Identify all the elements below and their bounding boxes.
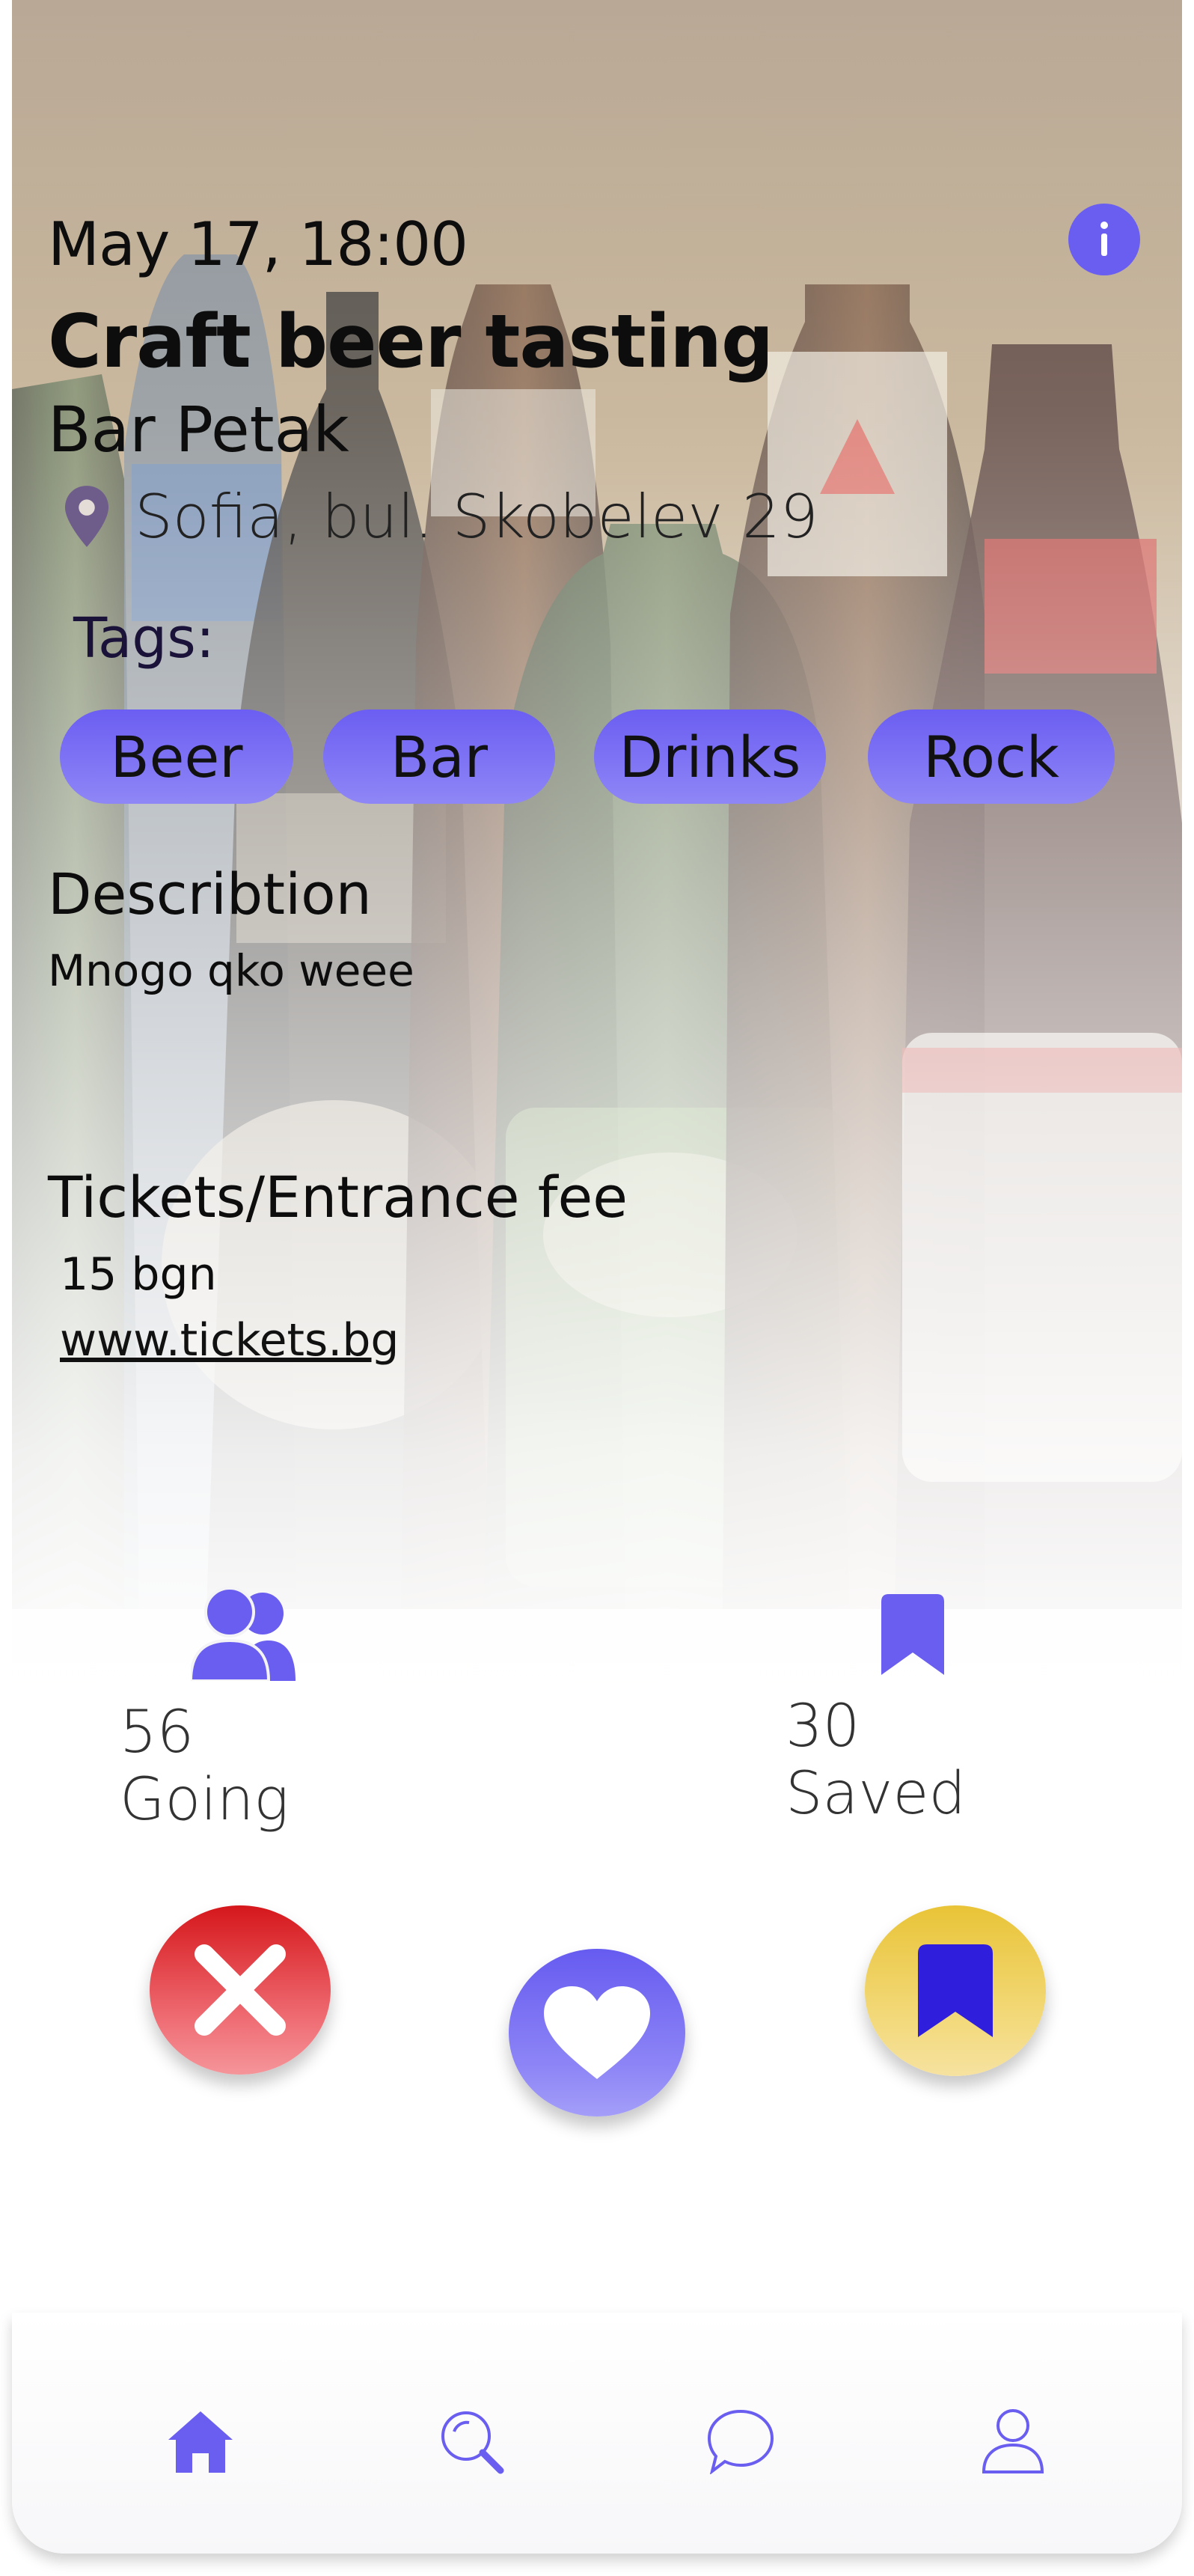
event-title: Craft beer tasting [48, 299, 774, 385]
chat-icon [707, 2409, 774, 2474]
tickets-link[interactable]: www.tickets.bg [60, 1314, 399, 1367]
tag-drinks[interactable]: Drinks [594, 709, 826, 804]
heart-icon [544, 1986, 650, 2079]
tag-rock[interactable]: Rock [868, 709, 1115, 804]
bookmark-icon [881, 1594, 944, 1675]
tags-label: Tags: [73, 606, 215, 671]
event-venue: Bar Petak [48, 393, 349, 466]
tag-beer[interactable]: Beer [60, 709, 293, 804]
profile-icon [982, 2409, 1044, 2473]
info-button[interactable] [1068, 204, 1140, 275]
close-icon [195, 1944, 286, 2036]
nav-search[interactable] [426, 2396, 516, 2486]
event-card [12, 0, 1182, 1865]
nav-chat[interactable] [696, 2396, 786, 2486]
photo-fade-overlay [12, 0, 1182, 1865]
description-text: Mnogo qko weee [48, 945, 414, 996]
description-heading: Describtion [48, 861, 372, 927]
tag-bar[interactable]: Bar [323, 709, 555, 804]
users-icon [191, 1587, 296, 1681]
bookmark-icon [918, 1944, 993, 2037]
saved-count: 30 Saved [786, 1693, 966, 1828]
save-button[interactable] [865, 1905, 1046, 2076]
home-icon [168, 2411, 233, 2473]
tickets-heading: Tickets/Entrance fee [48, 1164, 628, 1230]
info-icon [1100, 222, 1108, 256]
going-count: 56 Going [120, 1699, 290, 1834]
event-date: May 17, 18:00 [48, 210, 468, 279]
event-address: Sofia, bul. Skobelev 29 [135, 481, 818, 552]
search-icon [441, 2411, 504, 2474]
event-location[interactable]: Sofia, bul. Skobelev 29 [60, 479, 818, 554]
saved-stat[interactable]: 30 Saved [786, 1594, 1040, 1828]
reject-button[interactable] [150, 1905, 331, 2075]
going-stat[interactable]: 56 Going [120, 1587, 367, 1834]
nav-home[interactable] [156, 2396, 245, 2486]
ticket-price: 15 bgn [60, 1248, 217, 1301]
bottom-nav [12, 2313, 1182, 2554]
like-button[interactable] [509, 1949, 685, 2116]
nav-profile[interactable] [968, 2396, 1058, 2486]
location-pin-icon [64, 486, 109, 547]
